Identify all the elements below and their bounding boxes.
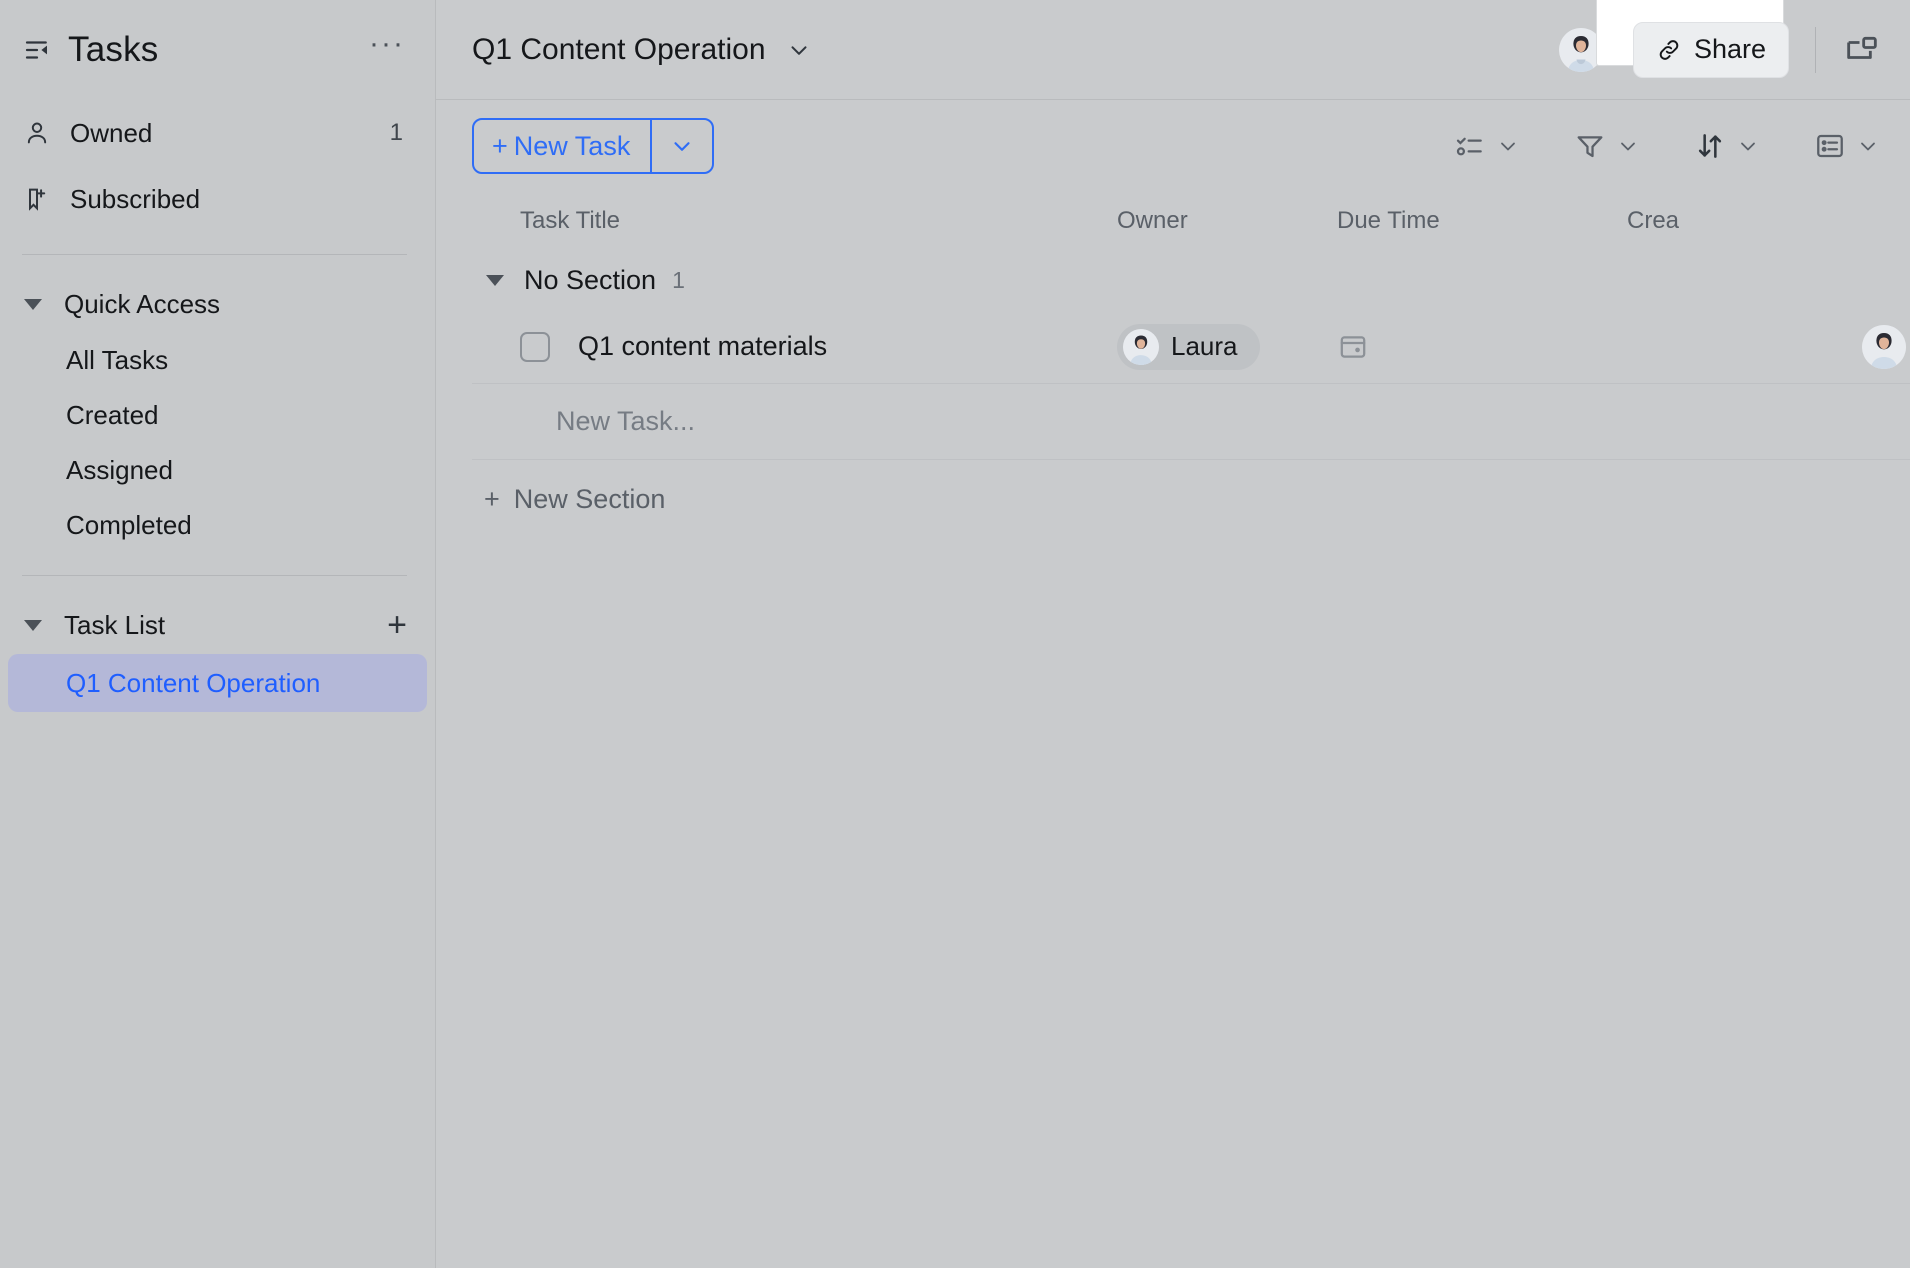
- new-section-label: New Section: [514, 484, 666, 515]
- plus-icon: +: [492, 131, 508, 162]
- add-task-list-button[interactable]: +: [387, 612, 407, 638]
- owned-count: 1: [390, 119, 403, 147]
- sidebar-item-label: Created: [66, 400, 159, 431]
- chevron-down-icon: [1616, 134, 1640, 158]
- person-icon: [22, 118, 52, 148]
- chevron-down-icon: [22, 614, 44, 636]
- new-task-inline-input[interactable]: New Task...: [472, 384, 1910, 460]
- sort-dropdown[interactable]: [1694, 130, 1760, 162]
- chevron-down-icon: [484, 269, 506, 291]
- view-dropdown[interactable]: [1814, 130, 1880, 162]
- plus-icon: +: [484, 484, 500, 515]
- link-icon: [1656, 37, 1682, 63]
- share-label: Share: [1694, 34, 1766, 65]
- sidebar-item-owned[interactable]: Owned 1: [0, 100, 435, 166]
- chevron-down-icon: [22, 293, 44, 315]
- new-task-label: New Task: [514, 131, 631, 162]
- filter-funnel-icon: [1574, 130, 1606, 162]
- column-header-task-title[interactable]: Task Title: [472, 207, 1117, 235]
- task-title-text: Q1 content materials: [578, 331, 827, 362]
- sidebar-item-label: Owned: [70, 118, 390, 149]
- column-header-due-time[interactable]: Due Time: [1337, 207, 1627, 235]
- sidebar-divider-2: [22, 575, 407, 576]
- sidebar-divider-1: [22, 254, 407, 255]
- share-button[interactable]: Share: [1633, 22, 1789, 78]
- collapse-sidebar-icon[interactable]: [22, 35, 52, 65]
- sidebar-item-label: Assigned: [66, 455, 173, 486]
- top-bar: Q1 Content Operation: [436, 0, 1910, 100]
- sidebar-item-assigned[interactable]: Assigned: [8, 443, 427, 498]
- sidebar-item-subscribed[interactable]: Subscribed: [0, 166, 435, 232]
- top-bar-divider: [1815, 27, 1816, 73]
- group-label: Task List: [64, 610, 387, 641]
- chevron-down-icon: [1736, 134, 1760, 158]
- sidebar-more-button[interactable]: ···: [369, 37, 405, 63]
- cell-owner[interactable]: Laura: [1117, 324, 1337, 370]
- task-checkbox[interactable]: [520, 332, 550, 362]
- document-title: Q1 Content Operation: [472, 33, 766, 67]
- new-task-dropdown-button[interactable]: [652, 120, 712, 172]
- owner-chip[interactable]: Laura: [1117, 324, 1260, 370]
- main-panel: Q1 Content Operation: [436, 0, 1910, 1268]
- new-task-split-button[interactable]: + New Task: [472, 118, 714, 174]
- section-header-no-section[interactable]: No Section 1: [472, 250, 1910, 310]
- status-filter-dropdown[interactable]: [1454, 130, 1520, 162]
- new-section-button[interactable]: + New Section: [472, 460, 1910, 538]
- column-header-creator[interactable]: Crea: [1627, 207, 1827, 235]
- toolbar: + New Task: [436, 100, 1910, 192]
- avatar: [1123, 329, 1159, 365]
- sidebar-header: Tasks ···: [0, 0, 435, 100]
- section-name: No Section: [524, 265, 656, 296]
- owner-name: Laura: [1171, 331, 1238, 362]
- sidebar-item-q1-content-operation[interactable]: Q1 Content Operation: [8, 654, 427, 712]
- tasks-app: Tasks ··· Owned 1 Subscribed: [0, 0, 1910, 1268]
- cell-task-title: Q1 content materials: [472, 331, 1117, 362]
- split-view-icon[interactable]: [1836, 24, 1888, 76]
- section-count: 1: [672, 267, 685, 294]
- page-title: Tasks: [68, 30, 369, 70]
- sidebar-item-label: Q1 Content Operation: [66, 668, 320, 699]
- sidebar-group-task-list[interactable]: Task List +: [0, 596, 435, 654]
- sidebar-item-created[interactable]: Created: [8, 388, 427, 443]
- table-header-row: Task Title Owner Due Time Crea: [472, 192, 1910, 250]
- creator-avatar: [1862, 325, 1906, 369]
- group-label: Quick Access: [64, 289, 407, 320]
- cell-creator[interactable]: [1627, 325, 1910, 369]
- new-task-button[interactable]: + New Task: [474, 120, 650, 172]
- sidebar-item-completed[interactable]: Completed: [8, 498, 427, 553]
- sidebar-item-label: Completed: [66, 510, 192, 541]
- list-view-icon: [1814, 130, 1846, 162]
- sidebar-item-label: Subscribed: [70, 184, 403, 215]
- filter-dropdown[interactable]: [1574, 130, 1640, 162]
- chevron-down-icon: [1496, 134, 1520, 158]
- cell-due-time[interactable]: [1337, 331, 1627, 363]
- sort-arrows-icon: [1694, 130, 1726, 162]
- calendar-icon: [1337, 331, 1369, 363]
- chevron-down-icon: [1856, 134, 1880, 158]
- sidebar-item-label: All Tasks: [66, 345, 168, 376]
- column-header-owner[interactable]: Owner: [1117, 207, 1337, 235]
- chevron-down-icon[interactable]: [786, 37, 812, 63]
- sidebar-item-all-tasks[interactable]: All Tasks: [8, 333, 427, 388]
- sidebar-group-quick-access[interactable]: Quick Access: [0, 275, 435, 333]
- task-table: Task Title Owner Due Time Crea No Sectio…: [436, 192, 1910, 538]
- new-task-placeholder: New Task...: [556, 406, 695, 437]
- share-button-wrapper: Share: [1633, 22, 1789, 78]
- table-row[interactable]: Q1 content materials Laura: [472, 310, 1910, 384]
- status-list-icon: [1454, 130, 1486, 162]
- sidebar: Tasks ··· Owned 1 Subscribed: [0, 0, 436, 1268]
- bookmark-plus-icon: [22, 184, 52, 214]
